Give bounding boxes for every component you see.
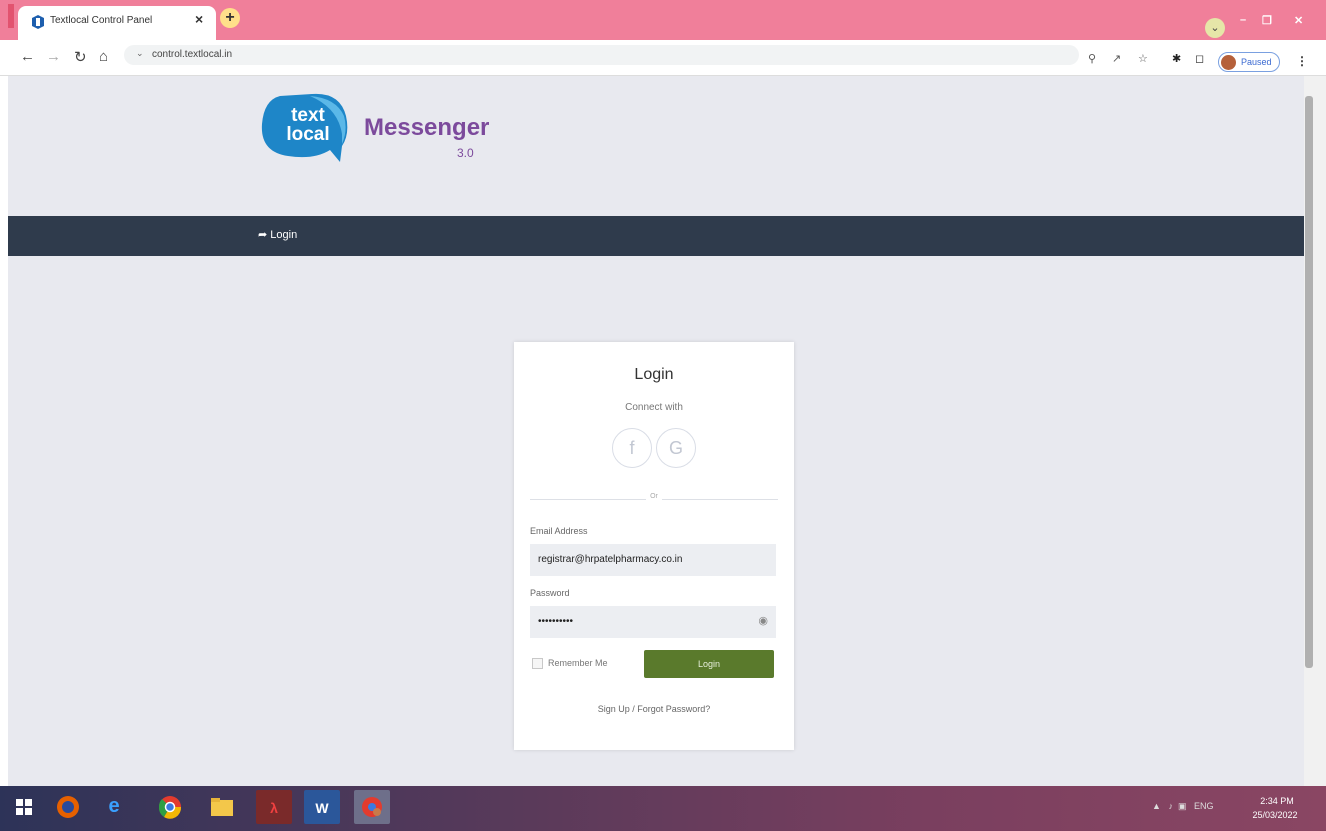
nav-login-link[interactable]: ➦ Login	[258, 228, 297, 241]
facebook-login-button[interactable]: f	[612, 428, 652, 468]
brand-name: Messenger	[364, 114, 490, 141]
taskbar: e λ W ▲ ♪ ▣ ENG 2:34 PM 25/03/2022	[0, 786, 1326, 831]
profile-label: Paused	[1241, 57, 1272, 67]
logo-line2: local	[286, 124, 330, 145]
address-bar[interactable]: ⌄ control.textlocal.in	[124, 45, 1079, 65]
logo-text: text local	[276, 106, 340, 144]
profile-chip[interactable]: Paused	[1218, 52, 1280, 72]
password-label: Password	[530, 588, 570, 598]
close-window-icon[interactable]: ✕	[1294, 14, 1303, 27]
scrollbar-thumb[interactable]	[1305, 96, 1313, 668]
facebook-icon: f	[629, 438, 635, 458]
tab-search-icon[interactable]: ⌄	[1205, 18, 1225, 38]
site-info-icon[interactable]: ⌄	[136, 48, 144, 59]
tab-title: Textlocal Control Panel	[50, 15, 153, 26]
extensions-icon[interactable]: ✱	[1172, 52, 1181, 65]
browser-menu-icon[interactable]: ⋮	[1296, 54, 1308, 68]
restore-icon[interactable]: ❐	[1262, 14, 1272, 27]
clock-time[interactable]: 2:34 PM	[1252, 796, 1302, 806]
network-icon[interactable]: ▣	[1178, 801, 1187, 811]
tray-chevron-icon[interactable]: ▲	[1152, 801, 1161, 811]
taskbar-internet-explorer[interactable]: e	[96, 790, 132, 824]
share-arrow-icon: ➦	[258, 229, 268, 241]
chrome-icon	[158, 796, 182, 819]
taskbar-acrobat[interactable]: λ	[256, 790, 292, 824]
firefox-icon	[57, 796, 79, 818]
browser-toolbar: ← → ↻ ⌂ ⌄ control.textlocal.in ⚲ ↗ ☆ ✱ ◻…	[0, 40, 1326, 76]
home-icon[interactable]: ⌂	[99, 48, 108, 65]
taskbar-firefox[interactable]	[50, 790, 86, 824]
show-password-icon[interactable]: ◉	[758, 614, 768, 627]
internet-explorer-icon: e	[108, 795, 120, 817]
connect-with-label: Connect with	[625, 402, 683, 413]
star-icon[interactable]: ☆	[1138, 52, 1148, 65]
key-icon[interactable]: ⚲	[1088, 52, 1096, 65]
google-icon: G	[668, 438, 683, 458]
login-title: Login	[634, 366, 674, 383]
start-button[interactable]	[6, 790, 42, 824]
tab-strip-accent	[8, 4, 14, 28]
email-field[interactable]: registrar@hrpatelpharmacy.co.in	[530, 544, 776, 576]
chrome-active-icon	[362, 797, 382, 817]
taskbar-file-explorer[interactable]	[204, 790, 240, 824]
language-indicator[interactable]: ENG	[1194, 801, 1214, 811]
password-value: ••••••••••	[538, 616, 574, 627]
taskbar-chrome-active[interactable]	[354, 790, 390, 824]
folder-icon	[211, 798, 233, 816]
new-tab-button[interactable]: +	[220, 8, 240, 28]
browser-tab-strip: Textlocal Control Panel × + ⌄ – ❐ ✕	[0, 0, 1326, 40]
clock-date[interactable]: 25/03/2022	[1247, 810, 1303, 820]
textlocal-favicon-icon	[32, 15, 44, 29]
back-icon[interactable]: ←	[20, 48, 35, 65]
google-login-button[interactable]: G	[656, 428, 696, 468]
signup-forgot-password-link[interactable]: Sign Up / Forgot Password?	[514, 704, 794, 714]
or-label: Or	[646, 493, 662, 500]
login-card: Login Connect with f G Or Email Address …	[514, 342, 794, 750]
logo-line1: text	[291, 105, 325, 126]
taskbar-word[interactable]: W	[304, 790, 340, 824]
acrobat-icon: λ	[270, 800, 278, 816]
top-navbar: ➦ Login	[8, 216, 1304, 256]
nav-login-label: Login	[270, 229, 298, 241]
page-content: text local Messenger 3.0 ➦ Login Login C…	[8, 76, 1304, 786]
remember-me-checkbox[interactable]	[532, 658, 543, 669]
taskbar-chrome[interactable]	[152, 790, 188, 824]
volume-icon[interactable]: ♪	[1168, 801, 1173, 811]
reload-icon[interactable]: ↻	[74, 48, 87, 66]
brand-version: 3.0	[457, 146, 474, 160]
forward-icon[interactable]: →	[46, 48, 61, 65]
address-url: control.textlocal.in	[152, 49, 233, 60]
email-label: Email Address	[530, 526, 588, 536]
avatar	[1221, 55, 1236, 70]
email-value: registrar@hrpatelpharmacy.co.in	[538, 554, 683, 565]
login-button[interactable]: Login	[644, 650, 774, 678]
side-panel-icon[interactable]: ◻	[1195, 52, 1204, 65]
browser-tab[interactable]: Textlocal Control Panel ×	[18, 6, 216, 40]
system-tray: ▲ ♪ ▣ ENG	[1152, 801, 1214, 812]
remember-me-label: Remember Me	[548, 658, 608, 668]
share-icon[interactable]: ↗	[1112, 52, 1121, 65]
minimize-icon[interactable]: –	[1240, 14, 1246, 26]
password-field[interactable]: •••••••••• ◉	[530, 606, 776, 638]
windows-icon	[16, 799, 32, 815]
tab-close-icon[interactable]: ×	[195, 11, 203, 27]
word-icon: W	[315, 800, 329, 816]
screen: Textlocal Control Panel × + ⌄ – ❐ ✕ ← → …	[0, 0, 1326, 831]
